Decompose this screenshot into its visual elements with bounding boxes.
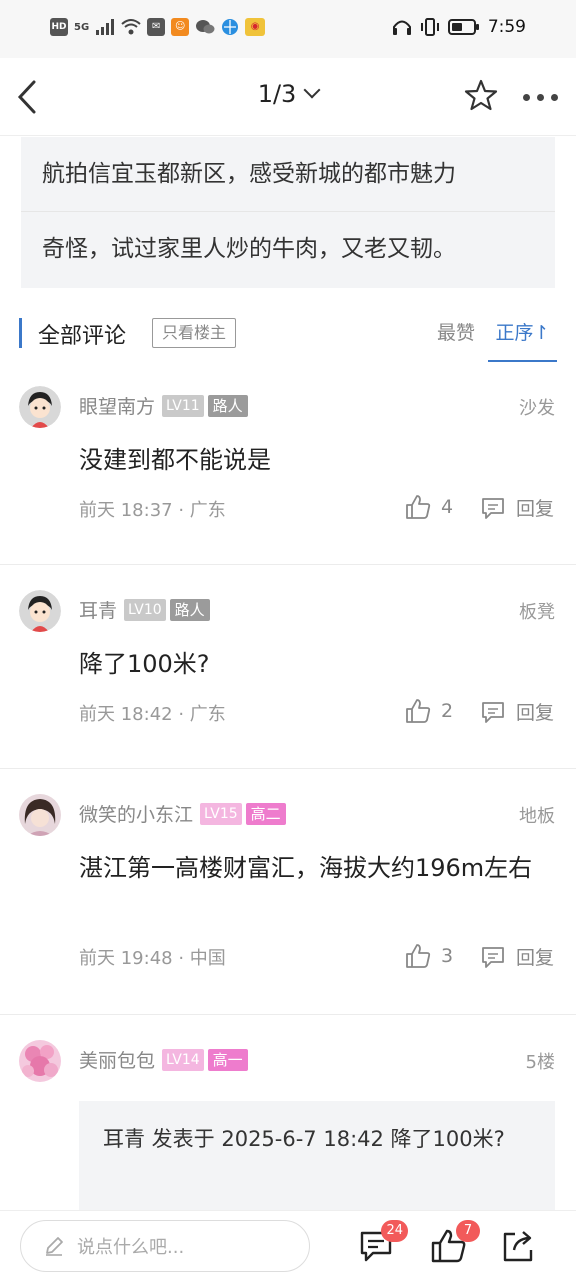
status-time: 7:59 (487, 17, 526, 37)
comment-text: 降了100米? (79, 650, 210, 678)
wifi-icon (121, 19, 141, 35)
comment-text: 湛江第一高楼财富汇，海拔大约196m左右 (79, 854, 533, 882)
vibrate-icon (420, 18, 439, 36)
level-badge: LV15 (200, 802, 242, 825)
page-indicator: 1/3 (257, 80, 297, 108)
level-badge: LV11 (162, 394, 204, 417)
comment-author: 微笑的小东江 LV15 高二 (79, 800, 286, 827)
status-icons-right: 7:59 (392, 17, 526, 37)
comment-text: 没建到都不能说是 (79, 446, 271, 474)
author-name[interactable]: 耳青 (79, 596, 117, 623)
like-button[interactable]: 3 (405, 943, 453, 969)
rank-tag: 路人 (169, 598, 210, 621)
reply-quote-box[interactable]: 耳青 发表于 2025-6-7 18:42 降了100米? (79, 1101, 555, 1211)
bottom-action-bar: 说点什么吧... 24 7 (0, 1210, 576, 1280)
hd-icon: HD (50, 18, 68, 36)
chevron-down-icon (303, 81, 321, 99)
floor-label: 5楼 (525, 1052, 555, 1073)
reply-label: 回复 (516, 947, 555, 969)
share-icon (503, 1231, 533, 1262)
comment-item: 美丽包包 LV14 高一 5楼 (0, 1040, 576, 1110)
thumbs-up-icon (406, 495, 431, 519)
chat-app-icon: ☺ (171, 18, 190, 36)
thumbs-up-icon (406, 944, 431, 968)
author-name[interactable]: 眼望南方 (79, 392, 155, 419)
rank-tag: 路人 (207, 394, 248, 417)
like-count: 2 (441, 700, 454, 722)
comment-item: 耳青 LV10 路人 板凳 降了100米? 前天 18:42 · 广东 2 回复 (0, 590, 576, 768)
share-button[interactable] (500, 1228, 536, 1264)
reply-bubble-icon (482, 497, 504, 519)
divider (0, 1014, 576, 1015)
comment-count-badge: 24 (381, 1220, 408, 1242)
like-count: 3 (441, 945, 454, 967)
5g-signal-icon: 5G (74, 21, 90, 33)
comment-meta: 前天 18:42 · 广东 (79, 704, 226, 725)
floor-label: 板凳 (519, 602, 555, 623)
sort-hot-tab[interactable]: 最赞 (437, 318, 475, 345)
quoted-posts-box: 航拍信宜玉都新区，感受新城的都市魅力 奇怪，试过家里人炒的牛肉，又老又韧。 (21, 137, 555, 288)
comments-count-button[interactable]: 24 (358, 1220, 408, 1264)
browser-icon (222, 19, 239, 35)
floor-label: 沙发 (519, 398, 555, 419)
favorite-star-icon[interactable] (464, 78, 498, 112)
status-icons-left: HD 5G ✉ ☺ ◉ (50, 18, 266, 36)
reply-bubble-icon (482, 946, 504, 968)
level-badge: LV14 (162, 1048, 204, 1071)
quoted-post-line[interactable]: 奇怪，试过家里人炒的牛肉，又老又韧。 (21, 212, 555, 287)
section-accent-bar (19, 318, 22, 348)
floor-label: 地板 (519, 806, 555, 827)
rank-tag: 高二 (245, 802, 286, 825)
reply-button[interactable]: 回复 (480, 494, 554, 521)
thumbs-up-icon (406, 699, 431, 723)
weibo-icon: ◉ (245, 18, 266, 36)
author-name[interactable]: 微笑的小东江 (79, 800, 193, 827)
reply-label: 回复 (516, 702, 555, 724)
avatar[interactable] (19, 794, 61, 836)
like-count: 4 (441, 496, 454, 518)
reply-button[interactable]: 回复 (480, 943, 554, 970)
avatar[interactable] (19, 590, 61, 632)
only-op-button[interactable]: 只看楼主 (152, 318, 237, 348)
screen: HD 5G ✉ ☺ ◉ 7:59 1/3 航拍信宜玉都新区，感受新城的都市魅力 … (0, 0, 576, 1280)
comment-author: 眼望南方 LV11 路人 (79, 392, 248, 419)
avatar[interactable] (19, 386, 61, 428)
like-button[interactable]: 2 (405, 698, 453, 724)
divider (0, 564, 576, 565)
comment-meta: 前天 19:48 · 中国 (79, 948, 226, 969)
author-name[interactable]: 美丽包包 (79, 1046, 155, 1073)
signal-bars-icon (96, 19, 115, 35)
top-nav-bar: 1/3 (0, 58, 576, 136)
sort-ascending-tab[interactable]: 正序↾ (488, 318, 557, 362)
mail-app-icon: ✉ (147, 18, 166, 36)
comment-input[interactable]: 说点什么吧... (20, 1220, 310, 1272)
comments-header: 全部评论 只看楼主 最赞 正序↾ (0, 308, 576, 364)
reply-button[interactable]: 回复 (480, 698, 554, 725)
battery-icon (447, 19, 479, 35)
level-badge: LV10 (124, 598, 166, 621)
comment-item: 微笑的小东江 LV15 高二 地板 湛江第一高楼财富汇，海拔大约196m左右 前… (0, 794, 576, 1014)
status-bar: HD 5G ✉ ☺ ◉ 7:59 (0, 0, 576, 58)
comment-input-placeholder: 说点什么吧... (77, 1237, 185, 1258)
wechat-icon (196, 20, 215, 34)
avatar[interactable] (19, 1040, 61, 1082)
comment-author: 耳青 LV10 路人 (79, 596, 210, 623)
comment-meta: 前天 18:37 · 广东 (79, 500, 226, 521)
more-options-icon[interactable] (523, 94, 558, 101)
divider (0, 768, 576, 769)
quoted-post-line[interactable]: 航拍信宜玉都新区，感受新城的都市魅力 (21, 137, 555, 212)
pencil-icon (46, 1237, 63, 1256)
rank-tag: 高一 (207, 1048, 248, 1071)
reply-label: 回复 (516, 498, 555, 520)
comment-author: 美丽包包 LV14 高一 (79, 1046, 248, 1073)
comment-item: 眼望南方 LV11 路人 沙发 没建到都不能说是 前天 18:37 · 广东 4… (0, 386, 576, 564)
like-button[interactable]: 4 (405, 494, 453, 520)
headphone-icon (392, 20, 411, 35)
post-like-button[interactable]: 7 (430, 1220, 480, 1264)
comments-title: 全部评论 (38, 324, 127, 349)
like-count-badge: 7 (456, 1220, 480, 1242)
reply-bubble-icon (482, 701, 504, 723)
